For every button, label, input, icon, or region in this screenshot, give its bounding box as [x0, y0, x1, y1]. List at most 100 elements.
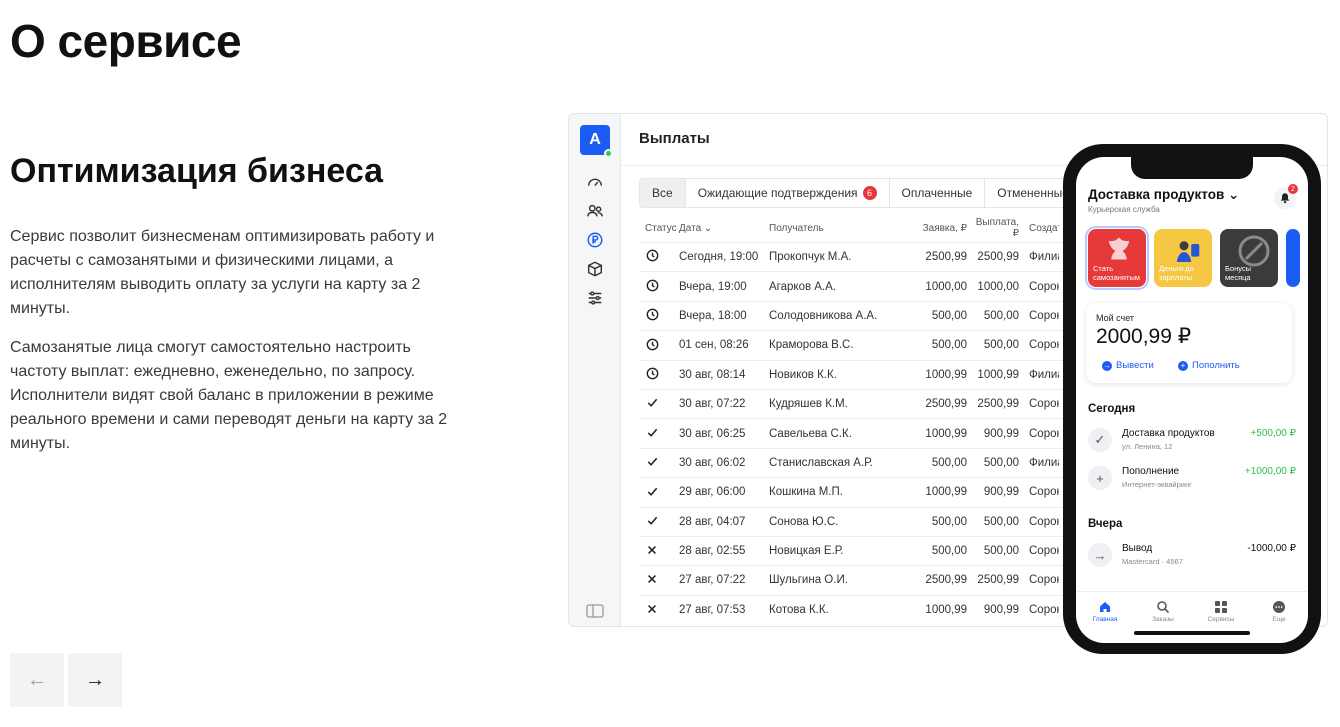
table-header: Статус Дата ⌄ Получатель Заявка, ₽ Выпла… — [639, 214, 1069, 242]
operation-sub: Mastercard · 4567 — [1122, 557, 1183, 566]
operation-name: Пополнение — [1122, 466, 1180, 477]
created-cell: Филиа — [1029, 368, 1059, 381]
date-cell: 29 авг, 06:00 — [679, 486, 746, 499]
tab-label: Ожидающие подтверждения — [697, 186, 858, 200]
table-row[interactable]: 29 авг, 06:00 Кошкина М.П. 1000,99 900,99 Со… — [639, 477, 1069, 506]
payouts-icon[interactable] — [585, 230, 605, 250]
date-cell: 30 авг, 06:02 — [679, 456, 746, 469]
table-row[interactable]: Вчера, 19:00 Агарков А.А. 1000,00 1000,00 Со… — [639, 271, 1069, 300]
created-cell: Сорок — [1029, 603, 1059, 616]
tab-all[interactable]: Все — [640, 179, 686, 207]
phone-screen: Доставка продуктов ⌄ Курьерская служба 2… — [1076, 157, 1308, 643]
emblem-icon — [1108, 237, 1130, 260]
cross-icon — [645, 543, 659, 557]
created-cell: Сорок — [1029, 339, 1059, 352]
created-cell: Сорок — [1029, 574, 1059, 587]
prev-button[interactable]: ← — [10, 653, 64, 707]
table-row[interactable]: 27 авг, 07:22 Шульгина О.И. 2500,99 2500,99… — [639, 565, 1069, 594]
created-cell: Филиа — [1029, 456, 1059, 469]
story-card[interactable] — [1286, 229, 1300, 287]
tabbar-home[interactable]: Главная — [1085, 600, 1125, 643]
phone-tabbar: Главная Заказы Сервисы Еще — [1076, 591, 1308, 643]
box-icon[interactable] — [585, 259, 605, 279]
topup-button[interactable]: + Пополнить — [1178, 360, 1240, 371]
table-row[interactable]: 28 авг, 04:07 Сонова Ю.С. 500,00 500,00 Соро… — [639, 506, 1069, 536]
status-cell — [639, 308, 679, 325]
story-card[interactable]: Стать самозанятым — [1085, 226, 1149, 290]
pending-count-badge: 6 — [862, 186, 877, 200]
clock-icon — [645, 367, 659, 381]
recipient-cell: Солодовникова А.А. — [769, 309, 878, 322]
created-cell: Сорок — [1029, 398, 1059, 411]
table-row[interactable]: 27 авг, 07:53 Котова К.К. 1000,99 900,99 Сор… — [639, 594, 1069, 624]
tabbar-services[interactable]: Сервисы — [1201, 600, 1241, 643]
col-request[interactable]: Заявка, ₽ — [909, 223, 967, 234]
date-cell: Сегодня, 19:00 — [679, 251, 759, 264]
table-row[interactable]: Сегодня, 19:00 Прокопчук М.А. 2500,99 2500,… — [639, 242, 1069, 271]
dashboard-icon[interactable] — [585, 172, 605, 192]
withdraw-button[interactable]: → Вывести — [1102, 360, 1154, 371]
app-sidebar: A — [569, 114, 621, 626]
next-button[interactable]: → — [68, 653, 122, 707]
story-card[interactable]: Бонусы месяца — [1220, 229, 1278, 287]
col-status[interactable]: Статус — [639, 223, 679, 234]
table-row[interactable]: 28 авг, 02:55 Новицкая Е.Р. 500,00 500,00 Со… — [639, 535, 1069, 565]
date-cell: 28 авг, 02:55 — [679, 545, 746, 558]
tabbar-orders[interactable]: Заказы — [1143, 600, 1183, 643]
app-page-title: Выплаты — [639, 130, 710, 147]
status-cell — [639, 425, 679, 442]
created-cell: Сорок — [1029, 309, 1059, 322]
request-cell: 500,00 — [931, 515, 967, 528]
operation-item[interactable]: + Пополнение Интернет-эквайринг +1000,00… — [1088, 464, 1296, 496]
created-cell: Сорок — [1029, 545, 1059, 558]
date-cell: 01 сен, 08:26 — [679, 339, 749, 352]
withdraw-arrow-icon: → — [1102, 360, 1112, 371]
col-recipient[interactable]: Получатель — [769, 223, 909, 234]
app-logo[interactable]: A — [580, 125, 613, 158]
company-title[interactable]: Доставка продуктов ⌄ — [1088, 187, 1239, 203]
payout-cell: 2500,99 — [977, 398, 1019, 411]
tab-paid[interactable]: Оплаченные — [890, 179, 986, 207]
payout-cell: 900,99 — [983, 427, 1019, 440]
clock-icon — [645, 278, 659, 292]
bell-icon[interactable]: 2 — [1274, 184, 1298, 209]
col-date[interactable]: Дата ⌄ — [679, 223, 769, 234]
arrow-left-icon: ← — [27, 668, 47, 691]
table-row[interactable]: 01 сен, 08:26 Краморова В.С. 500,00 500,00 С… — [639, 330, 1069, 359]
users-icon[interactable] — [585, 201, 605, 221]
settings-sliders-icon[interactable] — [585, 288, 605, 308]
created-cell: Сорок — [1029, 427, 1059, 440]
check-icon — [645, 513, 659, 527]
collapse-sidebar-icon[interactable] — [586, 604, 604, 618]
created-cell: Сорок — [1029, 280, 1059, 293]
operation-sub: ул. Ленина, 12 — [1122, 442, 1173, 451]
story-card[interactable]: Деньги до зарплаты — [1154, 229, 1212, 287]
check-icon — [645, 455, 659, 469]
operation-item[interactable]: → Вывод Mastercard · 4567 -1000,00 ₽ — [1088, 541, 1296, 573]
request-cell: 1000,99 — [925, 427, 967, 440]
table-row[interactable]: 30 авг, 07:22 Кудряшев К.М. 2500,99 2500,99… — [639, 388, 1069, 418]
operation-sub: Интернет-эквайринг — [1122, 480, 1192, 489]
search-icon — [1157, 601, 1170, 614]
table-row[interactable]: 30 авг, 06:02 Станиславская А.Р. 500,00 500… — [639, 447, 1069, 477]
grid-icon — [1215, 601, 1227, 613]
col-payout[interactable]: Выплата, ₽ — [967, 217, 1019, 239]
check-icon — [645, 396, 659, 410]
cross-icon — [645, 572, 659, 586]
table-row[interactable]: 30 авг, 06:25 Савельева С.К. 1000,99 900,99… — [639, 418, 1069, 447]
tab-pending[interactable]: Ожидающие подтверждения 6 — [686, 179, 890, 207]
tabbar-label: Сервисы — [1207, 616, 1235, 623]
status-cell — [639, 278, 679, 295]
story-label: Стать самозанятым — [1093, 264, 1140, 282]
recipient-cell: Краморова В.С. — [769, 339, 854, 352]
status-cell — [639, 249, 679, 266]
request-cell: 500,00 — [931, 456, 967, 469]
operation-item[interactable]: ✓ Доставка продуктов ул. Ленина, 12 +500… — [1088, 426, 1296, 458]
table-row[interactable]: Вчера, 18:00 Солодовникова А.А. 500,00 500,… — [639, 300, 1069, 330]
payouts-table: Статус Дата ⌄ Получатель Заявка, ₽ Выпла… — [639, 214, 1069, 624]
tabbar-more[interactable]: Еще — [1259, 600, 1299, 643]
recipient-cell: Котова К.К. — [769, 603, 829, 616]
table-row[interactable]: 30 авг, 08:14 Новиков К.К. 1000,99 1000,99 Ф… — [639, 359, 1069, 389]
col-created[interactable]: Создате — [1019, 223, 1059, 234]
recipient-cell: Кошкина М.П. — [769, 486, 843, 499]
